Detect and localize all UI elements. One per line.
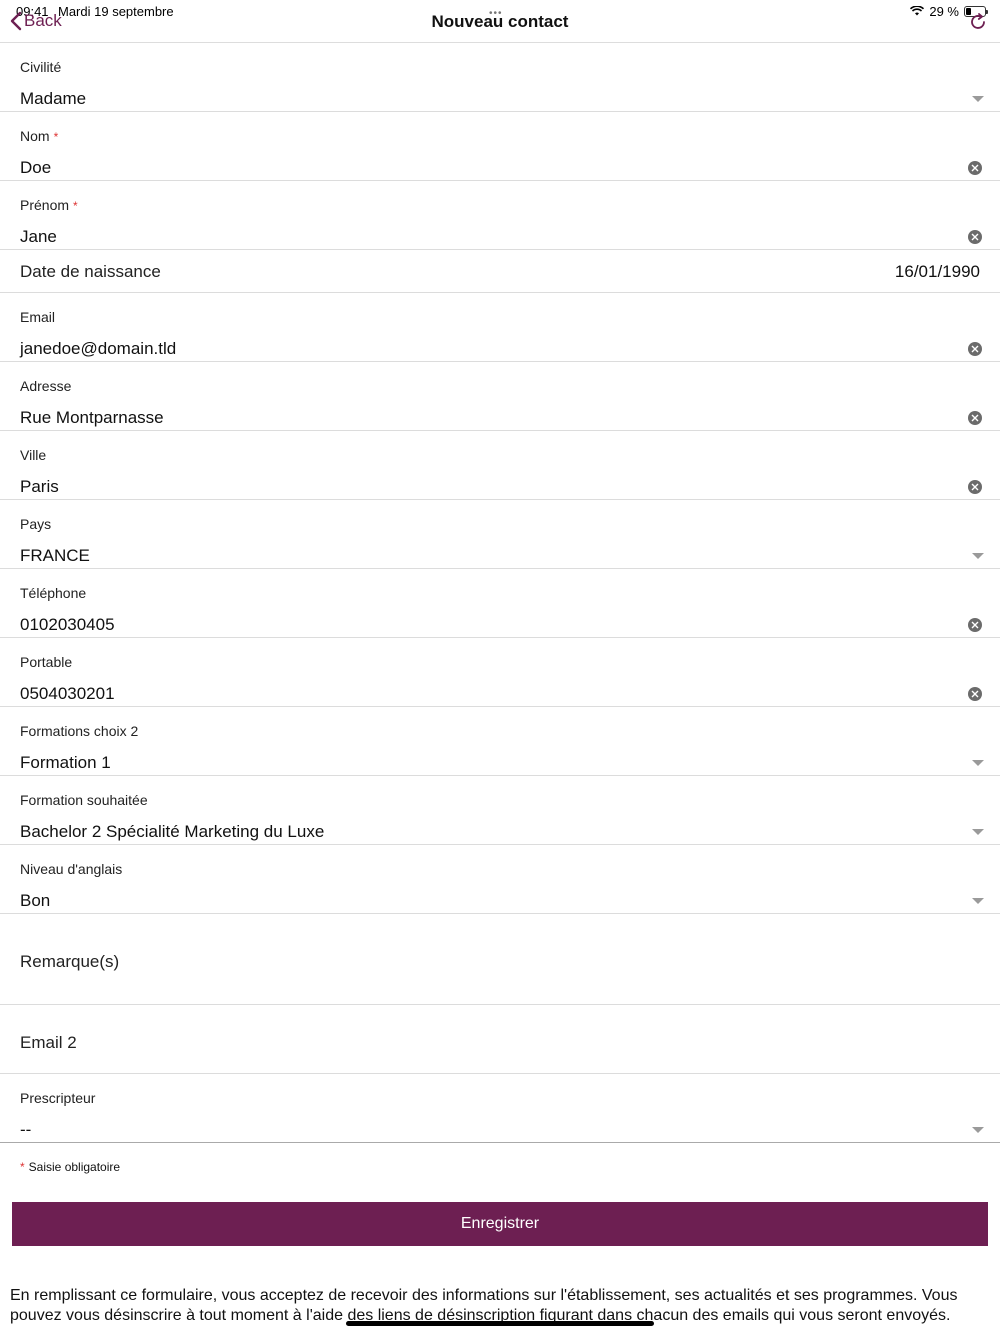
field-value: Doe (20, 158, 52, 177)
field-label: Date de naissance (20, 262, 161, 281)
portable-field[interactable]: Portable 0504030201 (0, 638, 1000, 707)
mandatory-note: * Saisie obligatoire (20, 1160, 120, 1174)
field-value: 0102030405 (20, 615, 115, 634)
label-text: Nom (20, 128, 50, 144)
field-label: Civilité (20, 59, 62, 75)
field-value: -- (20, 1120, 32, 1139)
field-value: Formation 1 (20, 753, 111, 772)
field-label: Niveau d'anglais (20, 861, 123, 877)
clear-icon[interactable] (968, 618, 982, 632)
dropdown-caret-icon[interactable] (972, 760, 984, 766)
niveau-anglais-select[interactable]: Niveau d'anglais Bon (0, 845, 1000, 914)
refresh-icon (971, 13, 985, 29)
required-marker: * (20, 1160, 25, 1174)
field-value: FRANCE (20, 546, 90, 565)
field-label: Pays (20, 516, 52, 532)
ville-field[interactable]: Ville Paris (0, 431, 1000, 500)
date-value[interactable]: 16/01/1990 (895, 262, 980, 282)
field-placeholder: Remarque(s) (20, 952, 120, 971)
telephone-field[interactable]: Téléphone 0102030405 (0, 569, 1000, 638)
prenom-field[interactable]: Prénom * Jane (0, 181, 1000, 250)
field-label: Nom * (20, 128, 58, 144)
save-button[interactable]: Enregistrer (12, 1202, 988, 1246)
adresse-field[interactable]: Adresse Rue Montparnasse (0, 362, 1000, 431)
field-value: janedoe@domain.tld (20, 339, 177, 358)
field-label: Formation souhaitée (20, 792, 148, 808)
mandatory-text: Saisie obligatoire (28, 1160, 121, 1174)
clear-icon[interactable] (968, 161, 982, 175)
field-value: Bon (20, 891, 51, 910)
field-value: Rue Montparnasse (20, 408, 164, 427)
field-label: Ville (20, 447, 47, 463)
clear-icon[interactable] (968, 687, 982, 701)
civilite-select[interactable]: Civilité Madame (0, 43, 1000, 112)
page-title: Nouveau contact (431, 12, 569, 31)
email2-field[interactable]: Email 2 (0, 1005, 1000, 1074)
dropdown-caret-icon[interactable] (972, 898, 984, 904)
label-text: Prénom (20, 197, 70, 213)
formations-choix2-select[interactable]: Formations choix 2 Formation 1 (0, 707, 1000, 776)
disclaimer-text: En remplissant ce formulaire, vous accep… (10, 1287, 958, 1324)
nav-bar: Back Nouveau contact (0, 0, 1000, 43)
field-value: Jane (20, 227, 57, 246)
refresh-button[interactable] (968, 12, 988, 37)
contact-form: Civilité Madame Nom * Doe Prénom * Jane Da… (0, 43, 1000, 1143)
field-label: Portable (20, 654, 73, 670)
field-placeholder: Email 2 (20, 1033, 77, 1052)
dropdown-caret-icon[interactable] (972, 96, 984, 102)
field-value: Madame (20, 89, 87, 108)
date-naissance-field[interactable]: Date de naissance 16/01/1990 (0, 250, 1000, 293)
dropdown-caret-icon[interactable] (972, 829, 984, 835)
required-marker: * (53, 130, 59, 144)
field-value: Paris (20, 477, 59, 496)
formation-souhaitee-select[interactable]: Formation souhaitée Bachelor 2 Spécialit… (0, 776, 1000, 845)
clear-icon[interactable] (968, 411, 982, 425)
field-value: Bachelor 2 Spécialité Marketing du Luxe (20, 822, 325, 841)
field-label: Email (20, 309, 56, 325)
field-label: Prescripteur (20, 1090, 96, 1106)
field-value: 0504030201 (20, 684, 115, 703)
field-label: Prénom * (20, 197, 78, 213)
clear-icon[interactable] (968, 230, 982, 244)
dropdown-caret-icon[interactable] (972, 1127, 984, 1133)
field-label: Formations choix 2 (20, 723, 139, 739)
pays-select[interactable]: Pays FRANCE (0, 500, 1000, 569)
remarques-textarea[interactable]: Remarque(s) (0, 914, 1000, 1005)
field-label: Téléphone (20, 585, 87, 601)
home-indicator[interactable] (346, 1321, 654, 1326)
email-field[interactable]: Email janedoe@domain.tld (0, 293, 1000, 362)
clear-icon[interactable] (968, 480, 982, 494)
field-label: Adresse (20, 378, 72, 394)
prescripteur-select[interactable]: Prescripteur -- (0, 1074, 1000, 1143)
dropdown-caret-icon[interactable] (972, 553, 984, 559)
clear-icon[interactable] (968, 342, 982, 356)
nom-field[interactable]: Nom * Doe (0, 112, 1000, 181)
required-marker: * (73, 199, 78, 213)
